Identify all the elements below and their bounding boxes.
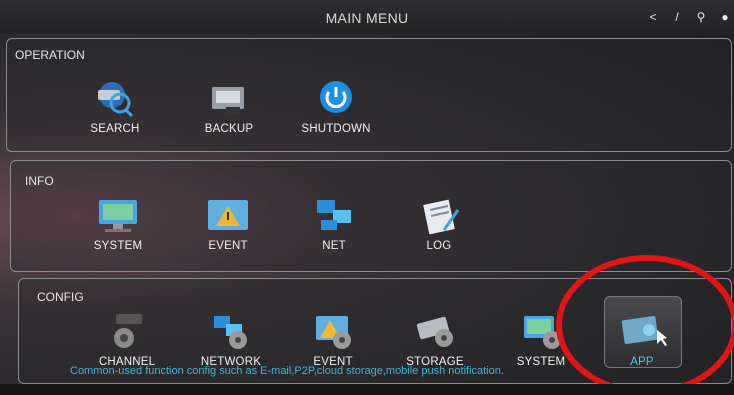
edit-icon[interactable]: /: [670, 10, 684, 24]
search-item[interactable]: SEARCH: [70, 79, 160, 135]
event-label: EVENT: [208, 240, 248, 252]
log-item[interactable]: LOG: [394, 196, 484, 252]
log-label: LOG: [426, 240, 452, 252]
log-icon: [414, 196, 464, 236]
info-title: INFO: [25, 174, 54, 188]
warning-gear-icon: [308, 312, 358, 352]
net-item[interactable]: NET: [289, 196, 379, 252]
storage-gear-icon: [410, 312, 460, 352]
highlight-circle: [556, 255, 734, 395]
storage-item[interactable]: STORAGE: [390, 312, 480, 368]
network-config-item[interactable]: NETWORK: [186, 312, 276, 368]
config-description: Common-used function config such as E-ma…: [70, 365, 504, 377]
search-label: SEARCH: [90, 123, 140, 135]
channel-item[interactable]: CHANNEL: [82, 312, 172, 368]
toolbar-icons: < / ⚲ ●: [646, 10, 732, 24]
search-icon[interactable]: ⚲: [694, 10, 708, 24]
system-item[interactable]: SYSTEM: [73, 196, 163, 252]
share-icon[interactable]: <: [646, 10, 660, 24]
dvr-screen: MAIN MENU < / ⚲ ● OPERATION SEARCH BACKU…: [0, 0, 734, 395]
operation-panel: OPERATION SEARCH BACKUP SHUTDOWN: [6, 38, 732, 152]
shutdown-label: SHUTDOWN: [301, 123, 371, 135]
event-item[interactable]: EVENT: [183, 196, 273, 252]
config-title: CONFIG: [37, 290, 84, 304]
bottom-bezel: [0, 384, 734, 395]
backup-icon: [204, 79, 254, 119]
camera-search-icon: [90, 79, 140, 119]
title-bar: MAIN MENU < / ⚲ ●: [0, 0, 734, 34]
info-panel: INFO SYSTEM EVENT NET LOG: [10, 160, 732, 272]
system-label: SYSTEM: [93, 240, 143, 252]
warning-icon: [203, 196, 253, 236]
network-gear-icon: [206, 312, 256, 352]
operation-title: OPERATION: [15, 48, 85, 62]
backup-label: BACKUP: [204, 123, 254, 135]
window-title: MAIN MENU: [325, 10, 409, 26]
monitor-icon: [93, 196, 143, 236]
backup-item[interactable]: BACKUP: [184, 79, 274, 135]
shutdown-item[interactable]: SHUTDOWN: [291, 79, 381, 135]
info-icon[interactable]: ●: [718, 10, 732, 24]
network-icon: [309, 196, 359, 236]
power-icon: [311, 79, 361, 119]
camera-gear-icon: [102, 312, 152, 352]
net-label: NET: [322, 240, 346, 252]
event-config-item[interactable]: EVENT: [288, 312, 378, 368]
